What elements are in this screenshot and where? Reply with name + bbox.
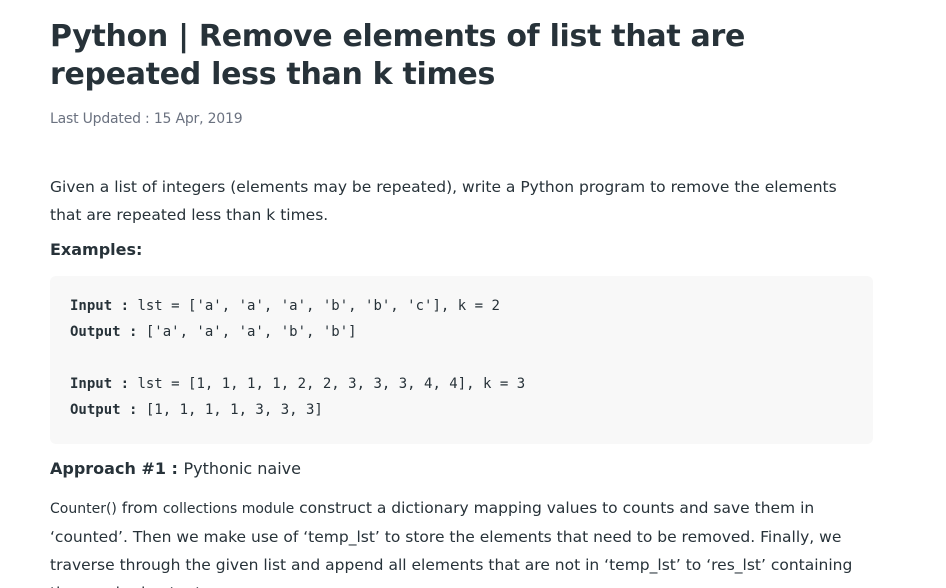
from-text: from <box>116 499 163 517</box>
code-line: Input : lst = [1, 1, 1, 1, 2, 2, 3, 3, 3… <box>70 376 525 392</box>
code-block: Input : lst = ['a', 'a', 'a', 'b', 'b', … <box>50 276 873 444</box>
intro-paragraph: Given a list of integers (elements may b… <box>50 178 837 224</box>
code-label: Input : <box>70 298 138 314</box>
code-value: lst = ['a', 'a', 'a', 'b', 'b', 'c'], k … <box>137 298 500 314</box>
approach-description: Counter() from collections module constr… <box>50 494 880 588</box>
counter-ref: Counter() <box>50 501 117 517</box>
page-title: Python | Remove elements of list that ar… <box>50 19 745 92</box>
code-value: ['a', 'a', 'a', 'b', 'b'] <box>145 324 357 340</box>
code-value: lst = [1, 1, 1, 1, 2, 2, 3, 3, 3, 4, 4],… <box>137 376 526 392</box>
approach-name: Pythonic naive <box>183 459 302 478</box>
approach-heading: Approach #1 : Pythonic naive <box>50 459 301 478</box>
code-line: Output : ['a', 'a', 'a', 'b', 'b'] <box>70 324 357 340</box>
approach-label: Approach #1 : <box>50 459 184 478</box>
examples-heading: Examples: <box>50 240 143 259</box>
code-label: Input : <box>70 376 138 392</box>
code-label: Output : <box>70 402 146 418</box>
code-label: Output : <box>70 324 146 340</box>
code-line: Input : lst = ['a', 'a', 'a', 'b', 'b', … <box>70 298 500 314</box>
code-value: [1, 1, 1, 1, 3, 3, 3] <box>145 402 323 418</box>
collections-ref: collections <box>162 501 238 517</box>
last-updated: Last Updated : 15 Apr, 2019 <box>50 111 243 127</box>
module-text: module <box>237 501 295 517</box>
code-line: Output : [1, 1, 1, 1, 3, 3, 3] <box>70 402 323 418</box>
